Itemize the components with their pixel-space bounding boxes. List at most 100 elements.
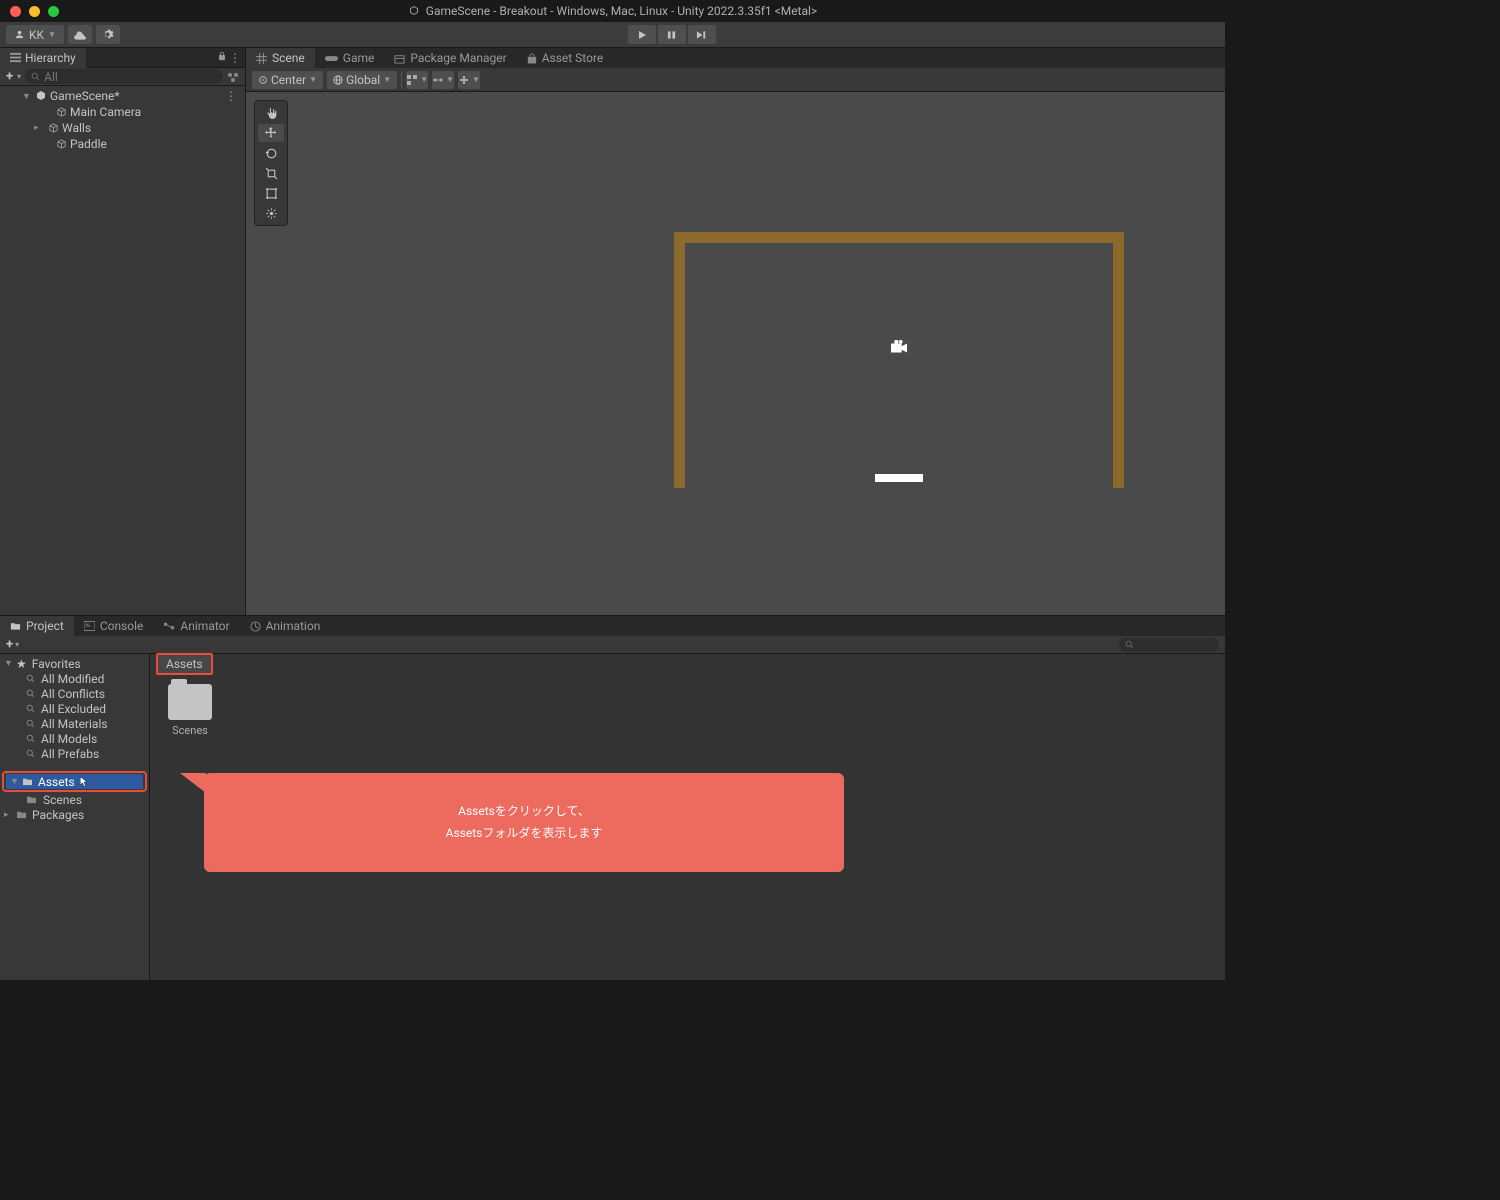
unity-icon <box>408 5 420 17</box>
hierarchy-tree: ▼ GameScene* ⋮ Main Camera ▸ Walls <box>0 86 245 154</box>
tree-fav-materials[interactable]: All Materials <box>0 716 149 731</box>
paddle-object[interactable] <box>875 474 923 482</box>
globe-icon <box>333 75 343 85</box>
window-titlebar: GameScene - Breakout - Windows, Mac, Lin… <box>0 0 1225 22</box>
tab-project[interactable]: Project <box>0 616 74 636</box>
grid-icon <box>256 53 267 64</box>
add-icon[interactable]: + <box>6 637 13 652</box>
chevron-down-icon: ▼ <box>48 30 56 39</box>
hand-tool-button[interactable] <box>258 104 284 122</box>
tab-asset-store[interactable]: Asset Store <box>517 48 614 68</box>
tab-console[interactable]: Console <box>74 616 154 636</box>
hierarchy-item-gamescene[interactable]: ▼ GameScene* ⋮ <box>0 88 245 104</box>
window-title: GameScene - Breakout - Windows, Mac, Lin… <box>408 4 817 18</box>
space-toggle[interactable]: Global ▼ <box>327 71 397 89</box>
move-tool-button[interactable] <box>258 124 284 142</box>
minimize-window-icon[interactable] <box>29 6 40 17</box>
breadcrumb-assets[interactable]: Assets <box>156 653 213 675</box>
unity-logo-icon <box>34 90 48 102</box>
top-toolbar: KK ▼ <box>0 22 1225 48</box>
tab-hierarchy[interactable]: Hierarchy <box>0 48 86 68</box>
hierarchy-icon <box>10 52 21 63</box>
project-search-input[interactable] <box>1119 638 1219 652</box>
search-icon <box>26 749 35 758</box>
snap-grid-button[interactable]: ▼ <box>406 71 428 89</box>
play-button[interactable] <box>628 25 656 44</box>
search-icon <box>26 704 35 713</box>
search-icon <box>26 689 35 698</box>
animation-icon <box>250 621 261 632</box>
maximize-window-icon[interactable] <box>48 6 59 17</box>
cube-icon <box>54 107 68 118</box>
tab-game[interactable]: Game <box>315 48 385 68</box>
close-window-icon[interactable] <box>10 6 21 17</box>
bag-icon <box>527 53 537 64</box>
tab-animation[interactable]: Animation <box>240 616 331 636</box>
cube-icon <box>46 123 60 134</box>
expand-arrow-icon[interactable]: ▸ <box>34 123 44 133</box>
add-icon[interactable]: + <box>6 69 13 84</box>
folder-icon <box>10 621 21 631</box>
folder-icon <box>22 777 33 786</box>
target-icon <box>258 75 268 85</box>
scene-panel: Scene Game Package Manager Asset Store <box>246 48 1225 615</box>
tab-scene[interactable]: Scene <box>246 48 315 68</box>
filter-icon[interactable] <box>227 72 239 82</box>
lock-icon[interactable] <box>217 51 227 65</box>
expand-arrow-icon[interactable]: ▼ <box>22 91 32 102</box>
kebab-menu-icon[interactable]: ⋮ <box>225 89 237 103</box>
search-icon <box>31 72 40 81</box>
account-menu[interactable]: KK ▼ <box>6 25 64 44</box>
tab-animator[interactable]: Animator <box>153 616 239 636</box>
search-icon <box>1125 640 1134 649</box>
tree-favorites[interactable]: ▼ ★ Favorites <box>0 656 149 671</box>
search-icon <box>26 734 35 743</box>
scale-tool-button[interactable] <box>258 164 284 182</box>
search-icon <box>26 719 35 728</box>
hierarchy-panel: Hierarchy ⋮ + ▾ All <box>0 48 246 615</box>
game-boundary <box>674 232 1124 488</box>
console-icon <box>84 621 95 631</box>
snap-increment-button[interactable]: ▼ <box>432 71 454 89</box>
project-tree: ▼ ★ Favorites All Modified All Conflicts… <box>0 654 150 980</box>
step-button[interactable] <box>688 25 716 44</box>
hierarchy-item-paddle[interactable]: Paddle <box>0 136 245 152</box>
folder-icon <box>168 684 212 720</box>
scene-viewport[interactable] <box>246 92 1225 615</box>
cube-icon <box>54 139 68 150</box>
animator-icon <box>163 621 175 631</box>
settings-button[interactable] <box>96 25 120 44</box>
folder-icon <box>16 810 27 819</box>
tree-assets[interactable]: ▼ Assets <box>6 774 143 789</box>
pivot-toggle[interactable]: Center ▼ <box>252 71 323 89</box>
tree-fav-prefabs[interactable]: All Prefabs <box>0 746 149 761</box>
search-icon <box>26 674 35 683</box>
snap-settings-button[interactable]: ▼ <box>458 71 480 89</box>
hierarchy-item-main-camera[interactable]: Main Camera <box>0 104 245 120</box>
chevron-down-icon[interactable]: ▾ <box>15 640 19 649</box>
cloud-button[interactable] <box>68 25 92 44</box>
annotation-callout: Assetsをクリックして、 Assetsフォルダを表示します <box>204 773 844 872</box>
tree-fav-excluded[interactable]: All Excluded <box>0 701 149 716</box>
user-icon <box>14 29 25 40</box>
camera-gizmo-icon[interactable] <box>888 340 910 356</box>
tree-scenes[interactable]: Scenes <box>0 792 149 807</box>
folder-icon <box>26 795 37 804</box>
pause-button[interactable] <box>658 25 686 44</box>
tree-fav-conflicts[interactable]: All Conflicts <box>0 686 149 701</box>
tree-packages[interactable]: ▸ Packages <box>0 807 149 822</box>
rotate-tool-button[interactable] <box>258 144 284 162</box>
rect-tool-button[interactable] <box>258 184 284 202</box>
folder-scenes[interactable]: Scenes <box>160 684 220 737</box>
chevron-down-icon[interactable]: ▾ <box>17 72 21 81</box>
cursor-icon <box>79 776 89 788</box>
hierarchy-search-input[interactable]: All <box>25 69 223 84</box>
transform-tool-button[interactable] <box>258 204 284 222</box>
tab-package-manager[interactable]: Package Manager <box>384 48 516 68</box>
hierarchy-item-walls[interactable]: ▸ Walls <box>0 120 245 136</box>
tree-fav-models[interactable]: All Models <box>0 731 149 746</box>
tree-fav-modified[interactable]: All Modified <box>0 671 149 686</box>
tool-palette <box>254 100 288 226</box>
star-icon: ★ <box>16 657 27 671</box>
kebab-menu-icon[interactable]: ⋮ <box>229 51 241 65</box>
